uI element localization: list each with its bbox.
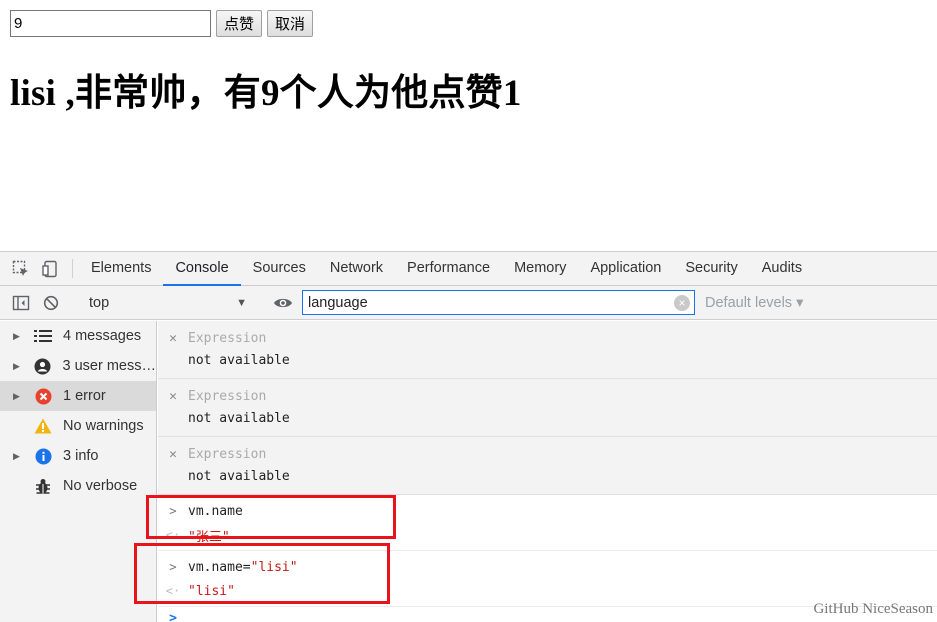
console-result[interactable]: "张三" xyxy=(188,526,230,545)
console-input-string: "lisi" xyxy=(250,559,298,575)
sidebar-item-messages[interactable]: ▶ 4 messages xyxy=(0,321,156,351)
expand-triangle-icon[interactable]: ▶ xyxy=(13,391,25,402)
sidebar-item-label: No warnings xyxy=(63,418,144,434)
cancel-button[interactable]: 取消 xyxy=(267,9,314,37)
expression-value: not available xyxy=(188,469,290,484)
sidebar-item-label: No verbose xyxy=(63,478,138,494)
remove-expression-icon[interactable]: ✕ xyxy=(158,389,188,404)
live-expression: ✕ Expression not available xyxy=(158,321,937,379)
console-body: ▶ 4 messages ▶ 3 user mess… ▶ 1 error No… xyxy=(0,321,937,622)
result-arrow-icon: <· xyxy=(165,584,181,598)
expand-triangle-icon[interactable]: ▶ xyxy=(13,451,25,462)
context-value: top xyxy=(89,294,110,311)
input-prompt-icon: > xyxy=(169,504,177,518)
tab-memory[interactable]: Memory xyxy=(502,252,578,286)
remove-expression-icon[interactable]: ✕ xyxy=(158,447,188,462)
console-sidebar: ▶ 4 messages ▶ 3 user mess… ▶ 1 error No… xyxy=(0,321,157,622)
like-count-input[interactable] xyxy=(10,9,211,37)
error-icon xyxy=(33,388,53,405)
context-selector[interactable]: top ▼ xyxy=(85,295,255,311)
console-entry: > vm.name="lisi" <· "lisi" xyxy=(158,551,937,607)
tab-application[interactable]: Application xyxy=(578,252,673,286)
sidebar-item-user-messages[interactable]: ▶ 3 user mess… xyxy=(0,351,156,381)
inspect-element-icon[interactable] xyxy=(6,252,36,285)
default-levels-dropdown[interactable]: Default levels ▾ xyxy=(705,295,803,311)
console-input-code: vm.name= xyxy=(188,559,251,575)
console-input[interactable]: vm.name xyxy=(188,504,243,519)
device-toolbar-icon[interactable] xyxy=(36,252,66,285)
tab-separator xyxy=(72,259,73,278)
remove-expression-icon[interactable]: ✕ xyxy=(158,331,188,346)
tab-sources[interactable]: Sources xyxy=(241,252,318,286)
console-entry: > vm.name <· "张三" xyxy=(158,495,937,551)
sidebar-item-label: 3 info xyxy=(63,448,99,464)
user-icon xyxy=(33,358,53,375)
like-button[interactable]: 点赞 xyxy=(216,9,263,37)
bug-icon xyxy=(33,478,53,495)
expand-triangle-icon[interactable]: ▶ xyxy=(13,361,25,372)
live-expression-eye-icon[interactable] xyxy=(268,296,298,310)
sidebar-item-label: 1 error xyxy=(63,388,106,404)
expand-triangle-icon[interactable]: ▶ xyxy=(13,331,25,342)
sidebar-item-info[interactable]: ▶ 3 info xyxy=(0,441,156,471)
info-icon xyxy=(33,448,53,465)
sidebar-toggle-icon[interactable] xyxy=(6,295,36,311)
devtools-tabbar: Elements Console Sources Network Perform… xyxy=(0,252,937,286)
live-expression: ✕ Expression not available xyxy=(158,437,937,495)
clear-console-icon[interactable] xyxy=(36,295,66,311)
watermark: GitHub NiceSeason xyxy=(813,601,933,617)
devtools-panel: Elements Console Sources Network Perform… xyxy=(0,251,937,622)
page-heading: lisi ,非常帅，有9个人为他点赞1 xyxy=(10,73,522,114)
sidebar-item-errors[interactable]: ▶ 1 error xyxy=(0,381,156,411)
sidebar-item-label: 3 user mess… xyxy=(62,358,156,374)
live-expression: ✕ Expression not available xyxy=(158,379,937,437)
expression-name[interactable]: Expression xyxy=(188,389,266,404)
console-output: ✕ Expression not available ✕ Expression no… xyxy=(158,321,937,622)
expression-name[interactable]: Expression xyxy=(188,447,266,462)
filter-input[interactable] xyxy=(308,294,674,311)
sidebar-item-verbose[interactable]: No verbose xyxy=(0,471,156,501)
input-prompt-icon: > xyxy=(169,560,177,574)
warning-icon xyxy=(33,418,53,434)
default-levels-label: Default levels xyxy=(705,294,793,311)
console-result[interactable]: "lisi" xyxy=(188,584,235,599)
expression-value: not available xyxy=(188,411,290,426)
expression-name[interactable]: Expression xyxy=(188,331,266,346)
filter-box: × xyxy=(302,290,695,315)
tab-audits[interactable]: Audits xyxy=(750,252,814,286)
expression-value: not available xyxy=(188,353,290,368)
prompt-caret-icon: > xyxy=(169,610,177,622)
clear-filter-icon[interactable]: × xyxy=(674,294,690,311)
tab-console[interactable]: Console xyxy=(163,252,241,286)
sidebar-item-warnings[interactable]: No warnings xyxy=(0,411,156,441)
page-controls: 点赞 取消 xyxy=(10,9,314,37)
dropdown-arrow-icon: ▼ xyxy=(236,296,247,309)
console-input[interactable]: vm.name="lisi" xyxy=(188,560,298,575)
tab-elements[interactable]: Elements xyxy=(79,252,163,286)
list-icon xyxy=(33,329,53,343)
result-arrow-icon: <· xyxy=(165,528,181,542)
sidebar-item-label: 4 messages xyxy=(63,328,142,344)
console-toolbar: top ▼ × Default levels ▾ xyxy=(0,286,937,320)
tab-network[interactable]: Network xyxy=(318,252,395,286)
tab-performance[interactable]: Performance xyxy=(395,252,502,286)
tab-security[interactable]: Security xyxy=(673,252,749,286)
